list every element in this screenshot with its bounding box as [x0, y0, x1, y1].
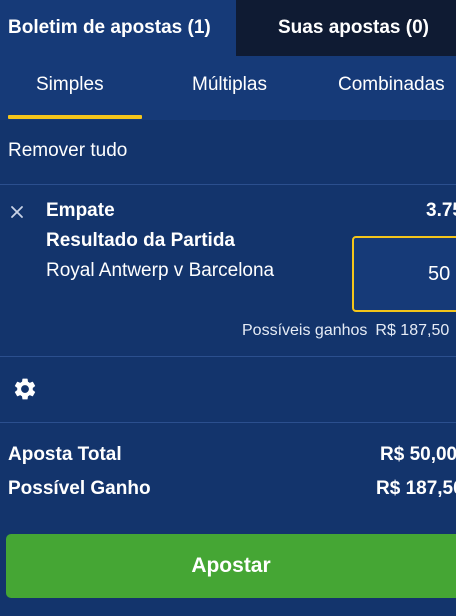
divider	[0, 356, 456, 357]
bet-market: Resultado da Partida	[46, 230, 235, 251]
divider	[0, 422, 456, 423]
total-stake-label: Aposta Total	[8, 444, 122, 465]
bet-type-tabs: Simples Múltiplas Combinadas	[0, 56, 456, 120]
divider	[0, 184, 456, 185]
potential-winnings-label: Possíveis ganhos	[242, 322, 368, 339]
tab-my-bets-label: Suas apostas (0)	[278, 17, 429, 38]
potential-gain-label: Possível Ganho	[8, 478, 151, 499]
tab-betslip[interactable]: Boletim de apostas (1)	[0, 0, 236, 56]
gear-icon[interactable]	[12, 376, 38, 402]
potential-winnings: Possíveis ganhos R$ 187,50	[242, 322, 449, 340]
stake-input[interactable]	[352, 236, 456, 312]
bet-odds: 3.75	[426, 200, 456, 221]
bet-selection: Empate	[46, 200, 115, 221]
tab-combined[interactable]: Combinadas	[338, 74, 445, 96]
tab-single[interactable]: Simples	[36, 74, 104, 96]
close-icon[interactable]	[8, 203, 26, 221]
place-bet-button[interactable]: Apostar	[6, 534, 456, 598]
bet-event: Royal Antwerp v Barcelona	[46, 260, 275, 281]
potential-gain-value: R$ 187,50	[376, 478, 456, 499]
betslip-header-tabs: Boletim de apostas (1) Suas apostas (0)	[0, 0, 456, 56]
tab-betslip-label: Boletim de apostas (1)	[8, 17, 211, 38]
tab-my-bets[interactable]: Suas apostas (0)	[236, 0, 456, 56]
tab-multiple[interactable]: Múltiplas	[192, 74, 267, 96]
total-stake-value: R$ 50,00	[380, 444, 456, 465]
remove-all-link[interactable]: Remover tudo	[8, 140, 127, 162]
potential-winnings-value: R$ 187,50	[375, 322, 450, 339]
active-tab-indicator	[8, 115, 142, 119]
